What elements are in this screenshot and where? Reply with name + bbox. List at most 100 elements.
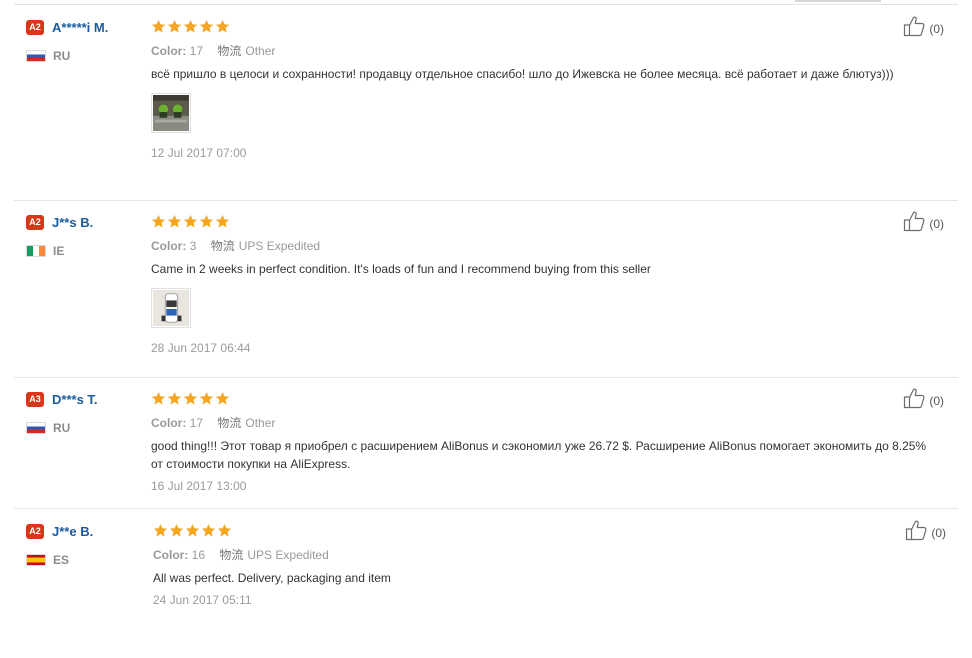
reviewer-country: RU bbox=[26, 419, 156, 435]
star-icon bbox=[215, 19, 230, 35]
helpful-button[interactable]: (0) bbox=[905, 519, 946, 546]
helpful-button[interactable]: (0) bbox=[903, 210, 944, 237]
star-icon bbox=[185, 523, 200, 539]
star-icon bbox=[151, 214, 166, 230]
star-icon bbox=[183, 214, 198, 230]
color-label: Color: bbox=[151, 416, 187, 430]
spain-flag-icon bbox=[26, 553, 46, 566]
star-icon bbox=[199, 214, 214, 230]
reviewer-name[interactable]: J**e B. bbox=[52, 524, 93, 539]
ireland-flag-icon bbox=[26, 244, 46, 257]
review-item: A3 D***s T. RU Color: 17 物流 Other good thi… bbox=[14, 388, 958, 509]
country-code: RU bbox=[53, 48, 71, 63]
color-value: 17 bbox=[189, 416, 204, 430]
shipping-label: 物流 bbox=[219, 548, 244, 562]
color-label: Color: bbox=[153, 548, 189, 562]
review-text: good thing!!! Этот товар я приобрел с ра… bbox=[151, 439, 927, 471]
star-icon bbox=[183, 19, 198, 35]
review-content: Color: 17 物流 Other good thing!!! Этот тов… bbox=[151, 391, 931, 493]
star-icon bbox=[215, 391, 230, 407]
thumbs-up-icon[interactable] bbox=[903, 15, 927, 42]
shipping-value: Other bbox=[245, 416, 276, 430]
color-value: 16 bbox=[191, 548, 206, 562]
shipping-label: 物流 bbox=[217, 44, 242, 58]
color-label: Color: bbox=[151, 239, 187, 253]
reviewer-info: A3 D***s T. RU bbox=[26, 391, 156, 435]
thumbs-up-icon[interactable] bbox=[903, 387, 927, 414]
review-text: всё пришло в целоси и сохранности! прода… bbox=[151, 67, 894, 81]
star-icon bbox=[217, 523, 232, 539]
review-divider bbox=[14, 508, 958, 509]
review-item: A2 A*****i M. RU Color: 17 物流 Other всё пр… bbox=[14, 16, 958, 201]
reviewer-country: ES bbox=[26, 551, 156, 567]
star-rating bbox=[151, 391, 931, 407]
review-content: Color: 16 物流 UPS Expedited All was perfec… bbox=[153, 523, 933, 607]
country-code: RU bbox=[53, 420, 71, 435]
buyer-level-badge: A3 bbox=[26, 392, 44, 408]
star-icon bbox=[167, 391, 182, 407]
star-icon bbox=[201, 523, 216, 539]
review-item: A2 J**s B. IE Color: 3 物流 UPS Expedited Ca… bbox=[14, 211, 958, 378]
star-rating bbox=[153, 523, 933, 539]
star-icon bbox=[153, 523, 168, 539]
reviewer-name[interactable]: D***s T. bbox=[52, 392, 98, 407]
reviewer-name[interactable]: J**s B. bbox=[52, 215, 93, 230]
reviewer-name[interactable]: A*****i M. bbox=[52, 20, 108, 35]
star-icon bbox=[169, 523, 184, 539]
russia-flag-icon bbox=[26, 421, 46, 434]
thumbs-up-icon[interactable] bbox=[905, 519, 929, 546]
order-info: Color: 17 物流 Other bbox=[151, 414, 931, 430]
review-content: Color: 17 物流 Other всё пришло в целоси и … bbox=[151, 19, 931, 160]
review-item: A2 J**e B. ES Color: 16 物流 UPS Expedited A… bbox=[14, 520, 958, 623]
country-code: IE bbox=[53, 243, 65, 258]
thumbs-up-icon[interactable] bbox=[903, 210, 927, 237]
helpful-count: (0) bbox=[929, 21, 944, 36]
reviewer-country: IE bbox=[26, 242, 156, 258]
reviewer-info: A2 A*****i M. RU bbox=[26, 19, 156, 63]
order-info: Color: 3 物流 UPS Expedited bbox=[151, 237, 931, 253]
buyer-level-badge: A2 bbox=[26, 524, 44, 540]
helpful-count: (0) bbox=[931, 525, 946, 540]
order-info: Color: 16 物流 UPS Expedited bbox=[153, 546, 933, 562]
top-divider bbox=[14, 4, 958, 5]
review-photo[interactable] bbox=[151, 93, 191, 133]
star-icon bbox=[199, 391, 214, 407]
color-value: 17 bbox=[189, 44, 204, 58]
buyer-level-badge: A2 bbox=[26, 215, 44, 231]
star-rating bbox=[151, 214, 931, 230]
country-code: ES bbox=[53, 552, 70, 567]
star-icon bbox=[167, 19, 182, 35]
reviewer-country: RU bbox=[26, 47, 156, 63]
buyer-level-badge: A2 bbox=[26, 20, 44, 36]
reviewer-info: A2 J**e B. ES bbox=[26, 523, 156, 567]
shipping-label: 物流 bbox=[217, 416, 242, 430]
order-info: Color: 17 物流 Other bbox=[151, 42, 931, 58]
russia-flag-icon bbox=[26, 49, 46, 62]
review-photo[interactable] bbox=[151, 288, 191, 328]
review-divider bbox=[14, 377, 958, 378]
review-date: 16 Jul 2017 13:00 bbox=[151, 479, 247, 493]
helpful-count: (0) bbox=[929, 393, 944, 408]
product-photo-thumbnail bbox=[153, 290, 189, 326]
star-icon bbox=[151, 391, 166, 407]
star-icon bbox=[167, 214, 182, 230]
star-icon bbox=[151, 19, 166, 35]
star-icon bbox=[215, 214, 230, 230]
helpful-button[interactable]: (0) bbox=[903, 387, 944, 414]
shipping-value: Other bbox=[245, 44, 276, 58]
review-date: 28 Jun 2017 06:44 bbox=[151, 341, 251, 355]
star-icon bbox=[183, 391, 198, 407]
reviewer-info: A2 J**s B. IE bbox=[26, 214, 156, 258]
color-label: Color: bbox=[151, 44, 187, 58]
review-divider bbox=[14, 200, 958, 201]
helpful-count: (0) bbox=[929, 216, 944, 231]
review-date: 24 Jun 2017 05:11 bbox=[153, 593, 252, 607]
review-text: All was perfect. Delivery, packaging and… bbox=[153, 571, 391, 585]
star-rating bbox=[151, 19, 931, 35]
product-photo-thumbnail bbox=[153, 95, 189, 131]
helpful-button[interactable]: (0) bbox=[903, 15, 944, 42]
shipping-label: 物流 bbox=[210, 239, 235, 253]
color-value: 3 bbox=[189, 239, 197, 253]
top-scrollbar-edge bbox=[795, 0, 881, 2]
review-text: Came in 2 weeks in perfect condition. It… bbox=[151, 262, 651, 276]
